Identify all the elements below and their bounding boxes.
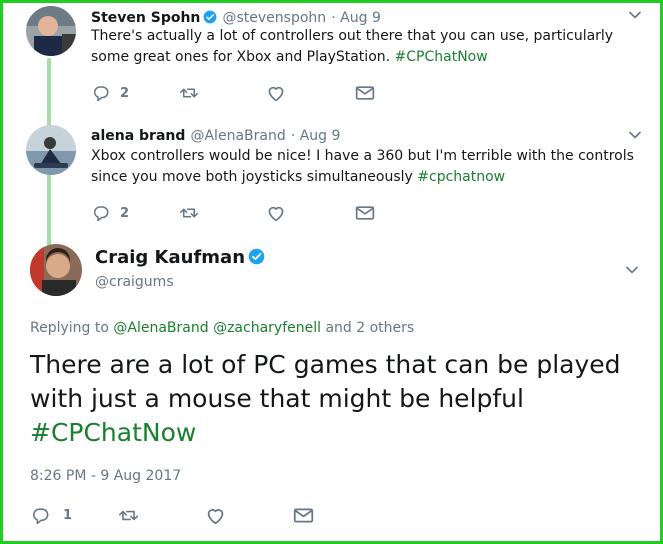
main-tweet-text: There are a lot of PC games that can be … bbox=[30, 348, 630, 450]
avatar-steven[interactable] bbox=[26, 6, 76, 56]
tweet-2-hashtag[interactable]: #cpchatnow bbox=[417, 169, 505, 185]
dm-button[interactable] bbox=[355, 84, 375, 102]
avatar-steven-image bbox=[26, 6, 76, 56]
tweet-1-text: There's actually a lot of controllers ou… bbox=[91, 26, 636, 68]
retweet-button[interactable] bbox=[179, 84, 199, 102]
dm-button[interactable] bbox=[355, 204, 375, 222]
tweet-2-text: Xbox controllers would be nice! I have a… bbox=[91, 146, 636, 188]
chevron-down-icon[interactable] bbox=[624, 262, 640, 278]
retweet-icon bbox=[118, 510, 138, 521]
reply-button[interactable]: 2 bbox=[92, 204, 129, 222]
tweet-2-author[interactable]: alena brand bbox=[91, 128, 185, 144]
replying-prefix: Replying to bbox=[30, 320, 109, 336]
replying-user-link[interactable]: @zacharyfenell bbox=[213, 320, 321, 336]
like-icon bbox=[268, 206, 284, 222]
main-tweet-header: Craig Kaufman bbox=[95, 247, 265, 268]
replying-others-link[interactable]: and 2 others bbox=[325, 320, 414, 336]
reply-button[interactable]: 2 bbox=[92, 84, 129, 102]
tweet-2-handle[interactable]: @AlenaBrand bbox=[190, 128, 285, 144]
retweet-button[interactable] bbox=[179, 204, 199, 222]
verified-icon bbox=[248, 248, 265, 265]
avatar-alena[interactable] bbox=[26, 125, 76, 175]
dm-icon bbox=[293, 508, 314, 523]
tweet-thread-card: Steven Spohn @stevenspohn · Aug 9 There'… bbox=[0, 0, 663, 544]
tweet-1-date[interactable]: · Aug 9 bbox=[331, 10, 381, 26]
retweet-icon bbox=[180, 88, 198, 98]
like-button[interactable] bbox=[205, 506, 226, 525]
retweet-button[interactable] bbox=[118, 506, 139, 525]
avatar-craig[interactable] bbox=[30, 244, 82, 296]
verified-icon bbox=[203, 10, 217, 24]
main-tweet-text-body: There are a lot of PC games that can be … bbox=[30, 350, 621, 413]
avatar-alena-image bbox=[26, 125, 76, 175]
reply-count: 2 bbox=[120, 205, 130, 221]
replying-to: Replying to @AlenaBrand @zacharyfenell a… bbox=[30, 320, 414, 336]
tweet-1-text-body: There's actually a lot of controllers ou… bbox=[91, 28, 614, 65]
like-icon bbox=[207, 509, 224, 525]
reply-button[interactable]: 1 bbox=[31, 506, 72, 525]
tweet-1-header: Steven Spohn @stevenspohn · Aug 9 bbox=[91, 7, 381, 26]
main-tweet-hashtag[interactable]: #CPChatNow bbox=[30, 418, 196, 447]
avatar-craig-image bbox=[30, 244, 82, 296]
tweet-2-text-body: Xbox controllers would be nice! I have a… bbox=[91, 148, 634, 185]
tweet-1-hashtag[interactable]: #CPChatNow bbox=[395, 49, 488, 65]
like-button[interactable] bbox=[266, 204, 286, 222]
reply-icon bbox=[93, 206, 109, 222]
tweet-2-header: alena brand @AlenaBrand · Aug 9 bbox=[91, 125, 340, 144]
like-button[interactable] bbox=[266, 84, 286, 102]
dm-icon bbox=[355, 206, 375, 220]
chevron-down-icon[interactable] bbox=[627, 127, 643, 143]
reply-count: 2 bbox=[120, 85, 130, 101]
tweet-1-author[interactable]: Steven Spohn bbox=[91, 10, 200, 26]
dm-icon bbox=[355, 86, 375, 100]
main-tweet-timestamp[interactable]: 8:26 PM - 9 Aug 2017 bbox=[30, 468, 181, 484]
retweet-icon bbox=[180, 208, 198, 218]
main-tweet-author[interactable]: Craig Kaufman bbox=[95, 247, 245, 268]
replying-user-link[interactable]: @AlenaBrand bbox=[113, 320, 208, 336]
like-icon bbox=[268, 86, 284, 102]
tweet-2-date[interactable]: · Aug 9 bbox=[291, 128, 341, 144]
reply-count: 1 bbox=[63, 508, 73, 523]
reply-icon bbox=[33, 508, 49, 525]
tweet-1-handle[interactable]: @stevenspohn bbox=[222, 10, 326, 26]
chevron-down-icon[interactable] bbox=[627, 7, 643, 23]
main-tweet-handle[interactable]: @craigums bbox=[95, 274, 174, 290]
dm-button[interactable] bbox=[293, 506, 314, 525]
reply-icon bbox=[93, 86, 109, 102]
